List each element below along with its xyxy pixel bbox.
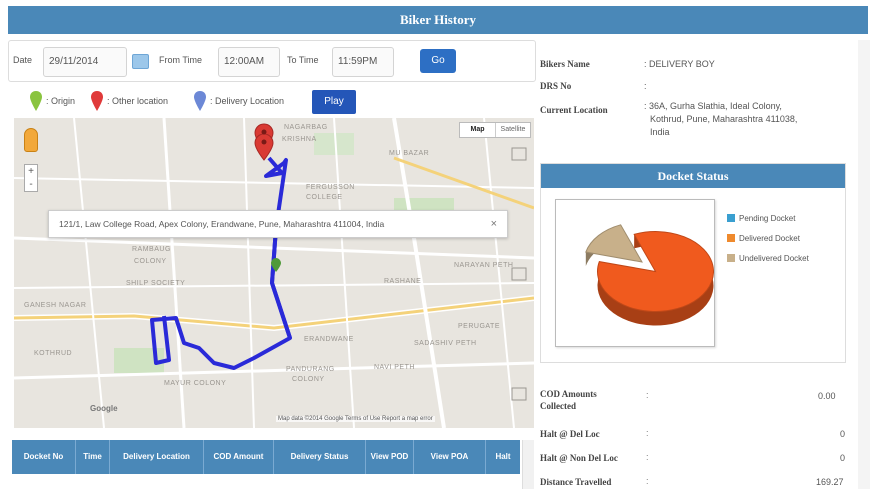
to-time-input[interactable]: 11:59PM — [332, 47, 394, 77]
route-map[interactable]: NAGARBAG KRISHNA MU BAZAR FERGUSSON COLL… — [14, 118, 534, 428]
halt-nondel-colon: : — [646, 452, 649, 462]
go-button[interactable]: Go — [420, 49, 456, 73]
map-info-window: 121/1, Law College Road, Apex Colony, Er… — [48, 210, 508, 238]
docket-status-panel: Docket Status Pending Docket Delivered D… — [540, 163, 846, 363]
origin-pin-icon — [30, 91, 42, 111]
pie-chart-svg — [585, 224, 714, 326]
halt-nondel-loc-label: Halt @ Non Del Loc — [540, 453, 618, 463]
map-label: FERGUSSON — [306, 184, 355, 191]
map-label: SHILP SOCIETY — [126, 280, 186, 287]
halt-del-colon: : — [646, 428, 649, 438]
current-location-label: Current Location — [540, 105, 608, 115]
cod-amounts-label: COD Amounts Collected — [540, 389, 597, 411]
pending-legend-label: Pending Docket — [739, 214, 796, 223]
map-label: NAVI PETH — [374, 364, 415, 371]
map-legend: : Origin : Other location : Delivery Loc… — [8, 88, 536, 116]
bikers-name-label: Bikers Name — [540, 59, 590, 69]
origin-legend-label: : Origin — [46, 96, 76, 106]
to-time-label: To Time — [287, 55, 319, 65]
other-location-pin-icon — [91, 91, 103, 111]
docket-status-title: Docket Status — [541, 164, 845, 188]
table-scrollbar[interactable] — [522, 440, 534, 489]
zoom-in-button[interactable]: + — [25, 165, 37, 178]
delivered-legend-label: Delivered Docket — [739, 234, 800, 243]
distance-travelled-label: Distance Travelled — [540, 477, 612, 487]
page-title: Biker History — [8, 6, 868, 34]
distance-colon: : — [646, 476, 649, 486]
undelivered-legend-label: Undelivered Docket — [739, 254, 809, 263]
bikers-name-value: : DELIVERY BOY — [644, 59, 715, 69]
current-location-line-3: India — [650, 127, 670, 137]
map-label: MU BAZAR — [389, 150, 430, 157]
legend-delivered: Delivered Docket — [727, 234, 800, 243]
filter-bar: Date 29/11/2014 From Time 12:00AM To Tim… — [8, 40, 536, 82]
cod-amounts-value: 0.00 — [818, 391, 836, 401]
map-label: PERUGATE — [458, 323, 500, 330]
satellite-view-button[interactable]: Satellite — [495, 123, 530, 137]
map-label: SADASHIV PETH — [414, 340, 477, 347]
col-delivery-status[interactable]: Delivery Status — [274, 440, 366, 474]
map-label: PANDURANG — [286, 366, 335, 373]
other-location-legend-label: : Other location — [107, 96, 169, 106]
map-label: RAMBAUG — [132, 246, 171, 253]
map-label: GANESH NAGAR — [24, 302, 87, 309]
info-address: 121/1, Law College Road, Apex Colony, Er… — [59, 219, 385, 229]
date-label: Date — [13, 55, 33, 65]
map-canvas — [14, 118, 534, 428]
col-docket-no[interactable]: Docket No — [12, 440, 76, 474]
delivered-swatch — [727, 234, 735, 242]
cod-colon: : — [646, 390, 649, 400]
map-label: KRISHNA — [282, 136, 317, 143]
play-button[interactable]: Play — [312, 90, 356, 114]
from-time-input[interactable]: 12:00AM — [218, 47, 280, 77]
close-icon[interactable]: × — [491, 211, 497, 238]
map-label: RASHANE — [384, 278, 422, 285]
page-scrollbar[interactable] — [858, 40, 870, 489]
map-label: NAGARBAG — [284, 124, 328, 131]
date-input[interactable]: 29/11/2014 — [43, 47, 127, 77]
distance-travelled-value: 169.27 — [816, 477, 844, 487]
history-table-header: Docket No Time Delivery Location COD Amo… — [12, 440, 520, 474]
street-view-pegman-icon[interactable] — [24, 128, 38, 152]
col-view-pod[interactable]: View POD — [366, 440, 414, 474]
halt-del-loc-label: Halt @ Del Loc — [540, 429, 600, 439]
current-location-line-2: Kothrud, Pune, Maharashtra 411038, — [650, 114, 798, 124]
map-label: MAYUR COLONY — [164, 380, 227, 387]
calendar-icon[interactable] — [132, 54, 149, 69]
col-time[interactable]: Time — [76, 440, 110, 474]
undelivered-swatch — [727, 254, 735, 262]
legend-pending: Pending Docket — [727, 214, 795, 223]
current-location-line-1: : 36A, Gurha Slathia, Ideal Colony, — [644, 101, 782, 111]
pending-swatch — [727, 214, 735, 222]
col-halt[interactable]: Halt — [486, 440, 520, 474]
halt-del-loc-value: 0 — [840, 429, 846, 439]
map-type-control: Map Satellite — [459, 122, 531, 138]
drs-no-label: DRS No — [540, 81, 572, 91]
col-cod-amount[interactable]: COD Amount — [204, 440, 274, 474]
map-label: COLLEGE — [306, 194, 343, 201]
map-label: ERANDWANE — [304, 336, 354, 343]
halt-nondel-loc-value: 0 — [840, 453, 846, 463]
map-label: NARAYAN PETH — [454, 262, 514, 269]
from-time-label: From Time — [159, 55, 203, 65]
col-delivery-location[interactable]: Delivery Location — [110, 440, 204, 474]
google-logo: Google — [90, 404, 118, 413]
map-label: COLONY — [134, 258, 167, 265]
legend-undelivered: Undelivered Docket — [727, 254, 809, 263]
map-label: COLONY — [292, 376, 325, 383]
delivery-pin-icon — [194, 91, 206, 111]
delivery-legend-label: : Delivery Location — [210, 96, 285, 106]
map-label: KOTHRUD — [34, 350, 73, 357]
docket-pie-chart — [555, 199, 715, 347]
zoom-control: + - — [24, 164, 38, 192]
map-attribution[interactable]: Map data ©2014 Google Terms of Use Repor… — [276, 416, 435, 422]
zoom-out-button[interactable]: - — [25, 178, 37, 191]
map-view-button[interactable]: Map — [460, 123, 495, 137]
pie-slice — [585, 224, 643, 263]
col-view-poa[interactable]: View POA — [414, 440, 486, 474]
drs-no-value: : — [644, 81, 647, 91]
